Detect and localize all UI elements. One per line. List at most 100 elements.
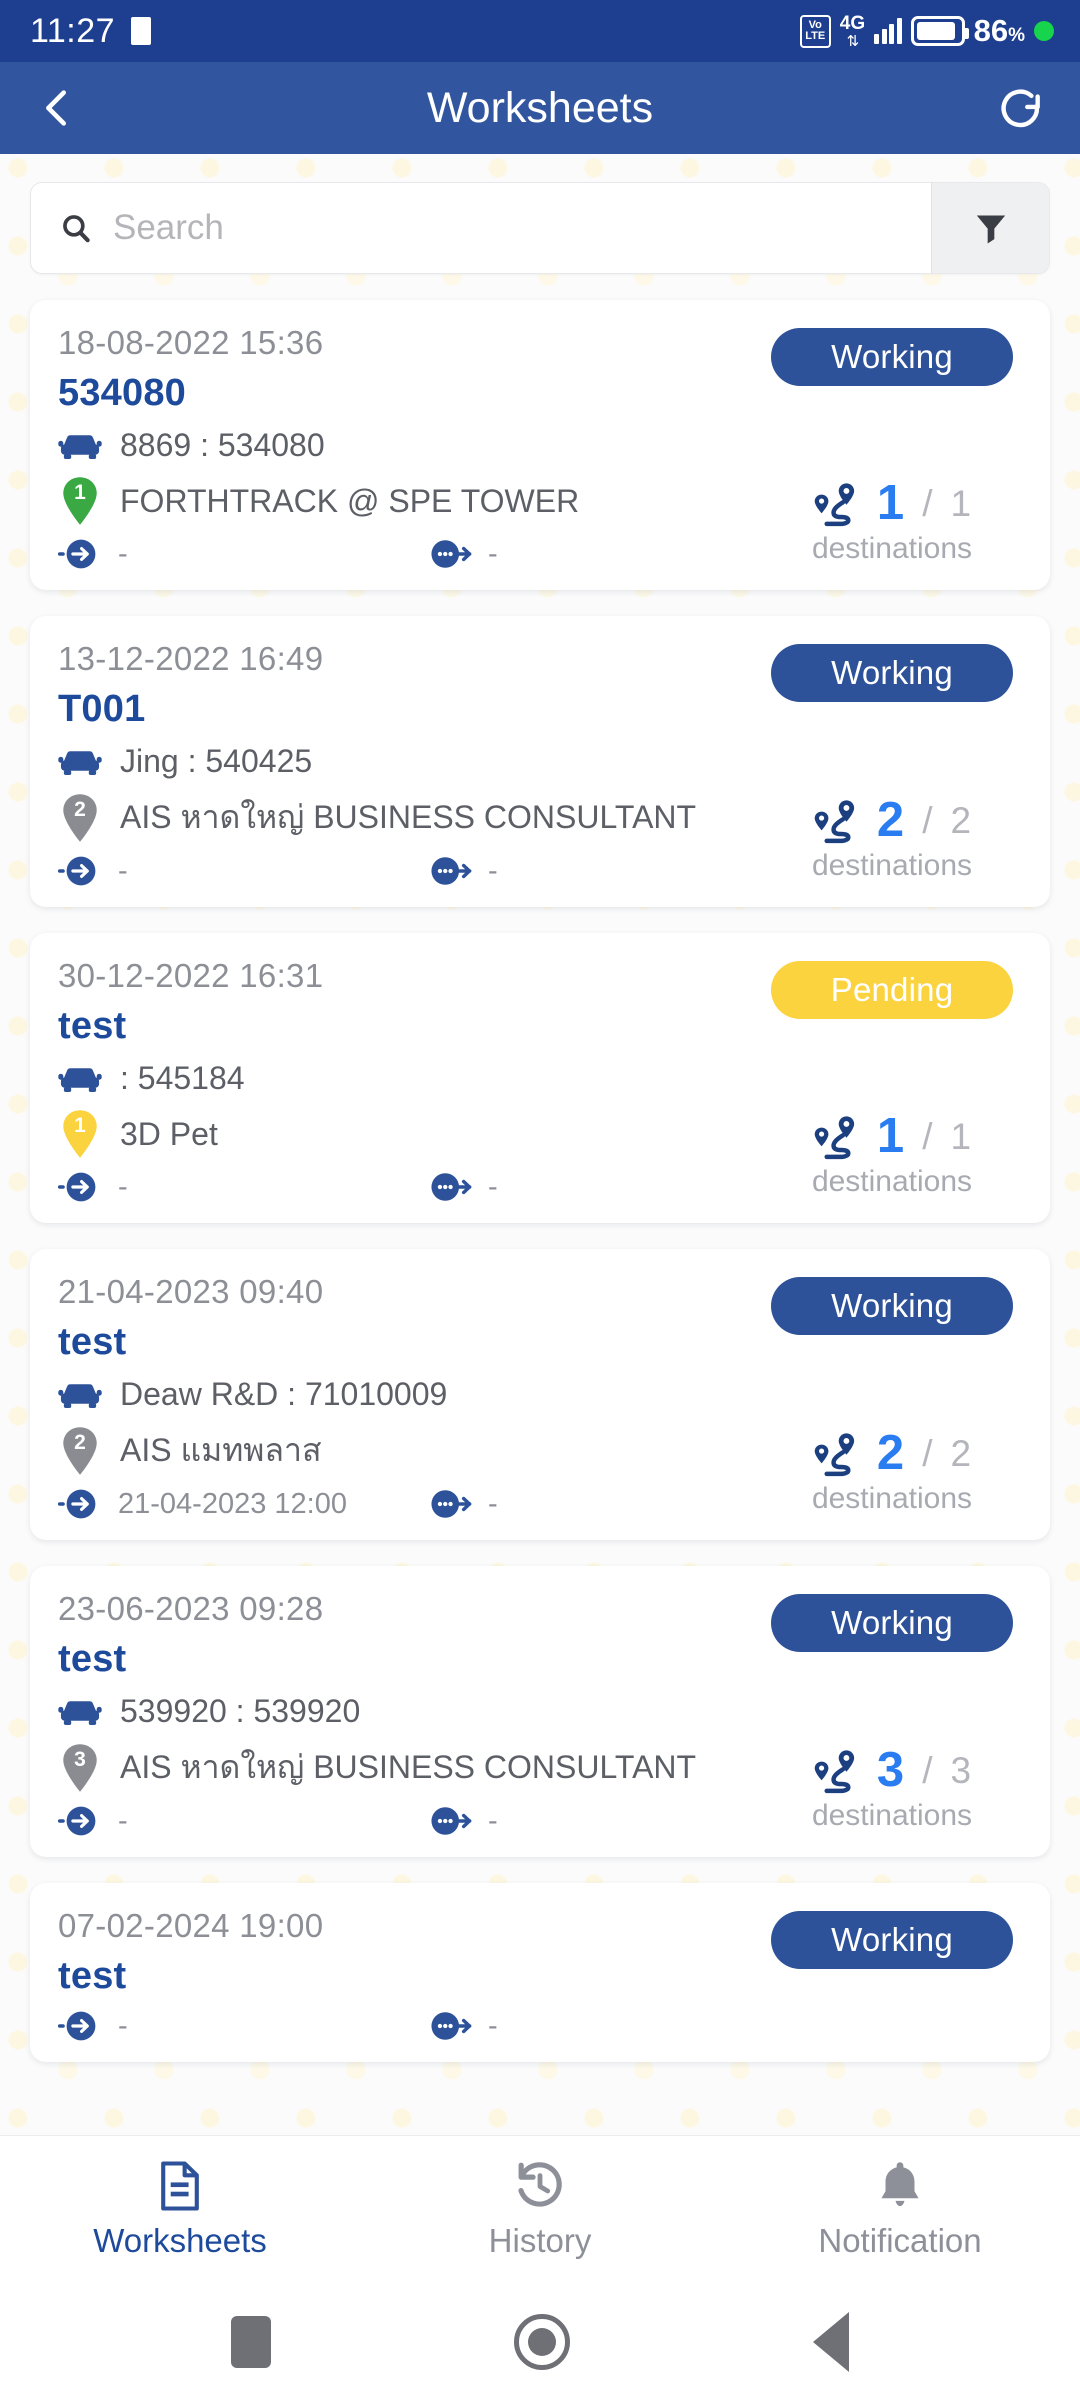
check-in-icon bbox=[58, 2011, 96, 2041]
place-label: AIS หาดใหญ่ BUSINESS CONSULTANT bbox=[120, 799, 697, 835]
times-row: -- bbox=[58, 1803, 762, 1839]
nav-item-worksheets[interactable]: Worksheets bbox=[0, 2160, 360, 2260]
nav-label: Notification bbox=[818, 2221, 982, 2259]
card-main: 18-08-2022 15:36 534080 8869 : 534080 1 FORT… bbox=[58, 324, 762, 572]
pin-number: 2 bbox=[74, 1430, 86, 1454]
volte-bottom-label: LTE bbox=[805, 30, 826, 42]
vehicle-label: : 545184 bbox=[120, 1060, 245, 1096]
check-in-icon bbox=[58, 856, 96, 886]
check-out-value: - bbox=[488, 537, 498, 570]
check-out-item: - bbox=[428, 1169, 498, 1205]
check-out-icon bbox=[431, 540, 472, 568]
place-label: FORTHTRACK @ SPE TOWER bbox=[120, 482, 580, 519]
destinations-separator: / bbox=[922, 1115, 933, 1157]
place-row: 3 AIS หาดใหญ่ BUSINESS CONSULTANT bbox=[58, 1742, 762, 1793]
card-date: 23-06-2023 09:28 bbox=[58, 1590, 324, 1627]
search-placeholder: Search bbox=[113, 208, 224, 247]
card-title: test bbox=[58, 1005, 127, 1047]
vehicle-row: Jing : 540425 bbox=[58, 743, 762, 780]
status-bar-right: Vo LTE 4G ⇅ 86% bbox=[799, 13, 1054, 49]
chevron-left-icon bbox=[46, 90, 67, 126]
document-icon bbox=[161, 2160, 199, 2211]
check-in-value: - bbox=[118, 854, 128, 887]
back-button[interactable] bbox=[34, 85, 80, 131]
worksheet-card[interactable]: 07-02-2024 19:00 test - - Working bbox=[30, 1883, 1050, 2062]
times-row: 21-04-2023 12:00 - bbox=[58, 1486, 762, 1522]
status-badge: Working bbox=[771, 328, 1013, 386]
nav-item-history[interactable]: History bbox=[360, 2160, 720, 2260]
times-row: -- bbox=[58, 536, 762, 572]
search-bar: Search bbox=[30, 182, 1050, 274]
pin-number: 1 bbox=[74, 1114, 86, 1137]
battery-percent: 86% bbox=[974, 13, 1025, 49]
worksheet-card[interactable]: 23-06-2023 09:28 test 539920 : 539920 3 AIS … bbox=[30, 1566, 1050, 1857]
status-badge: Working bbox=[771, 1911, 1013, 1969]
pin-wrap: 1 bbox=[58, 1109, 102, 1159]
volte-icon: Vo LTE bbox=[799, 14, 831, 48]
destinations-current: 1 bbox=[876, 1109, 905, 1163]
vehicle-row: 8869 : 534080 bbox=[58, 427, 762, 464]
check-in-item: - bbox=[58, 536, 428, 572]
car-icon bbox=[58, 1700, 102, 1725]
history-clock-icon bbox=[518, 2161, 562, 2207]
check-out-item: - bbox=[428, 853, 498, 889]
page-title: Worksheets bbox=[426, 83, 654, 132]
check-out-icon bbox=[431, 1173, 472, 1201]
destinations-count-row: 2 / 2 bbox=[813, 796, 971, 845]
pin-wrap: 2 bbox=[58, 1426, 102, 1476]
destinations-separator: / bbox=[922, 482, 933, 524]
battery-value: 86 bbox=[973, 13, 1009, 48]
check-out-item: - bbox=[428, 1803, 498, 1839]
check-out-item: - bbox=[428, 1486, 498, 1522]
location-pin-icon: 1 bbox=[61, 476, 99, 526]
destinations-count-row: 1 / 1 bbox=[813, 1112, 971, 1161]
card-side: Working bbox=[762, 1907, 1022, 2044]
destinations-total: 3 bbox=[950, 1749, 972, 1791]
home-circle-icon[interactable] bbox=[513, 2313, 570, 2370]
place-label: AIS แมทพลาส bbox=[120, 1432, 322, 1468]
search-icon bbox=[63, 215, 90, 243]
vehicle-label: Deaw R&D : 71010009 bbox=[120, 1376, 448, 1412]
route-icon bbox=[814, 799, 855, 843]
place-row: 1 FORTHTRACK @ SPE TOWER bbox=[58, 476, 762, 526]
signal-bars-icon bbox=[874, 18, 902, 44]
status-bar: 11:27 Vo LTE 4G ⇅ 86% bbox=[0, 0, 1080, 62]
times-row: -- bbox=[58, 1169, 762, 1205]
worksheet-list[interactable]: 18-08-2022 15:36 534080 8869 : 534080 1 FORT… bbox=[30, 300, 1050, 2062]
search-input[interactable]: Search bbox=[31, 183, 931, 273]
worksheet-card[interactable]: 13-12-2022 16:49 T001 Jing : 540425 2 AIS หา… bbox=[30, 616, 1050, 907]
car-icon bbox=[58, 750, 102, 775]
destinations-separator: / bbox=[922, 799, 933, 841]
filter-button[interactable] bbox=[931, 183, 1049, 273]
destinations-count-row: 2 / 2 bbox=[813, 1429, 971, 1478]
destinations-current: 2 bbox=[876, 1426, 905, 1480]
worksheet-card[interactable]: 18-08-2022 15:36 534080 8869 : 534080 1 FORT… bbox=[30, 300, 1050, 590]
route-icon bbox=[814, 1432, 855, 1476]
nav-item-notification[interactable]: Notification bbox=[720, 2160, 1080, 2260]
destinations-current: 3 bbox=[876, 1743, 905, 1797]
check-in-item: - bbox=[58, 1169, 428, 1205]
card-main: 23-06-2023 09:28 test 539920 : 539920 3 AIS … bbox=[58, 1590, 762, 1839]
check-out-icon bbox=[431, 2012, 472, 2040]
system-navigation-bar bbox=[0, 2283, 1080, 2400]
check-in-item: 21-04-2023 12:00 bbox=[58, 1486, 428, 1522]
phone-screen: 11:27 Vo LTE 4G ⇅ 86% Worksheets Search … bbox=[0, 0, 1080, 2400]
card-date: 13-12-2022 16:49 bbox=[58, 640, 324, 677]
car-icon bbox=[58, 434, 102, 459]
worksheet-card[interactable]: 30-12-2022 16:31 test: 545184 1 3D Pet - - Pen… bbox=[30, 933, 1050, 1223]
back-triangle-icon[interactable] bbox=[812, 2311, 849, 2372]
check-in-icon bbox=[58, 539, 96, 569]
destinations-current: 2 bbox=[876, 793, 905, 847]
check-out-icon bbox=[431, 1490, 472, 1518]
location-pin-icon: 2 bbox=[61, 793, 99, 843]
worksheet-card[interactable]: 21-04-2023 09:40 test Deaw R&D : 71010009 2… bbox=[30, 1249, 1050, 1540]
car-icon bbox=[58, 1383, 102, 1408]
network-type-icon: 4G ⇅ bbox=[840, 14, 865, 49]
recents-square-icon[interactable] bbox=[231, 2315, 272, 2368]
refresh-button[interactable] bbox=[996, 83, 1046, 133]
check-out-value: - bbox=[488, 1804, 498, 1837]
route-icon bbox=[814, 482, 855, 526]
pin-wrap: 1 bbox=[58, 476, 102, 526]
card-side: Working 3/3 destinations bbox=[762, 1590, 1022, 1839]
check-in-value: 21-04-2023 12:00 bbox=[118, 1487, 347, 1520]
